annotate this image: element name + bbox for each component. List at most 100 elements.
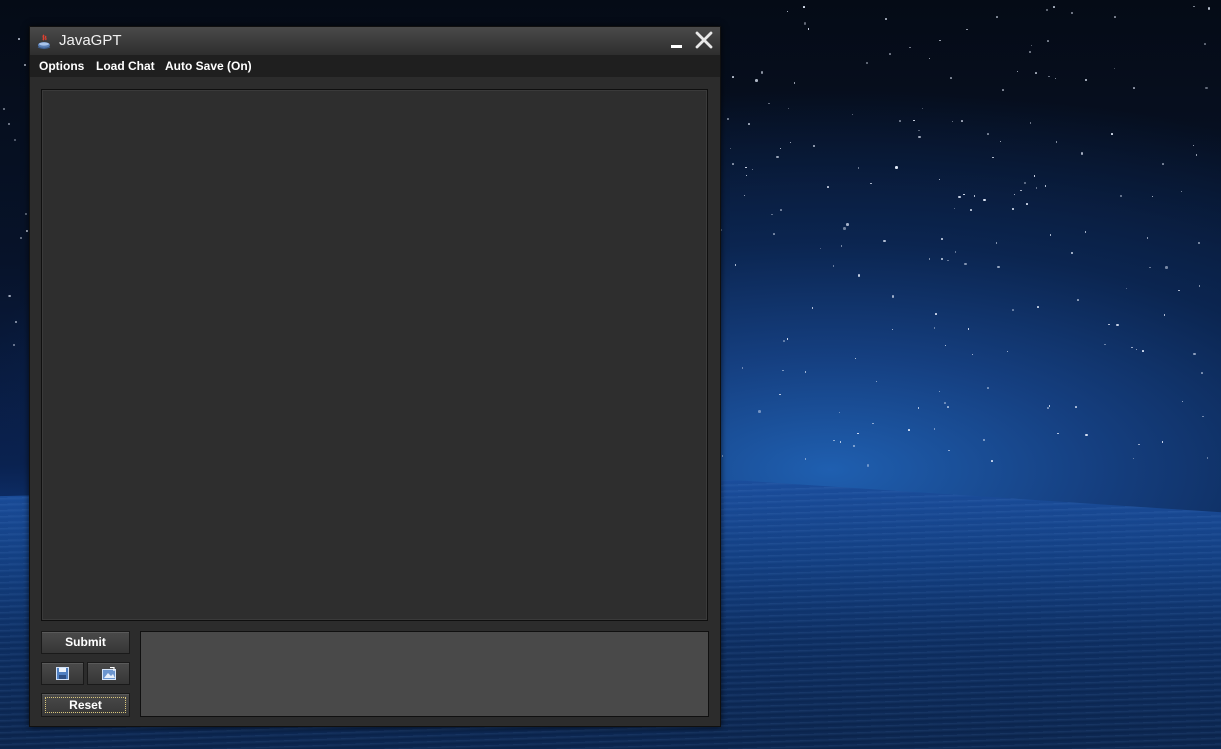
star — [783, 340, 785, 342]
star — [7, 123, 10, 126]
star — [23, 63, 26, 66]
menu-options[interactable]: Options — [39, 59, 84, 73]
star — [13, 138, 16, 141]
star — [811, 307, 814, 309]
submit-button[interactable]: Submit — [41, 631, 130, 654]
star — [1178, 289, 1180, 292]
star — [25, 213, 28, 216]
star — [1108, 323, 1110, 326]
star — [1085, 433, 1088, 437]
star — [1146, 237, 1149, 239]
star — [1207, 7, 1211, 10]
star — [995, 242, 998, 244]
star — [779, 393, 781, 396]
star — [779, 147, 782, 150]
star — [832, 265, 835, 267]
app-window: JavaGPT Options Load Chat Auto Save (On)… — [29, 26, 721, 727]
star — [15, 321, 18, 324]
image-import-button[interactable] — [87, 662, 130, 685]
star — [755, 79, 758, 82]
menu-load-chat[interactable]: Load Chat — [96, 59, 155, 73]
star — [908, 429, 910, 431]
star — [918, 129, 920, 132]
star — [827, 186, 829, 188]
star — [991, 460, 993, 462]
star — [964, 262, 967, 266]
star — [940, 257, 944, 261]
prompt-input[interactable] — [140, 631, 709, 717]
star — [987, 133, 989, 135]
star — [745, 166, 747, 169]
star — [758, 410, 761, 413]
star — [846, 223, 849, 226]
star — [780, 209, 782, 211]
star — [18, 37, 21, 40]
star — [1151, 195, 1154, 198]
star — [1165, 266, 1168, 269]
reset-button[interactable]: Reset — [41, 693, 130, 717]
star — [1011, 207, 1015, 211]
star — [997, 265, 1000, 269]
star — [1193, 5, 1195, 8]
save-button[interactable] — [41, 662, 84, 685]
minimize-button[interactable] — [670, 31, 684, 51]
star — [734, 264, 737, 266]
star — [1084, 231, 1087, 233]
star — [1161, 441, 1164, 443]
star — [996, 16, 998, 18]
star — [1138, 443, 1140, 446]
star — [1202, 415, 1204, 418]
star — [944, 402, 946, 404]
star — [771, 213, 773, 216]
star — [909, 46, 911, 49]
star — [851, 113, 853, 116]
star — [1180, 190, 1183, 193]
star — [866, 464, 870, 467]
star — [1048, 405, 1051, 407]
star — [1135, 348, 1138, 351]
star — [1113, 67, 1116, 70]
star — [1048, 75, 1050, 78]
focus-ring — [45, 697, 126, 713]
star — [928, 258, 931, 260]
star — [857, 167, 859, 169]
star — [947, 406, 949, 408]
star — [933, 327, 936, 329]
close-icon[interactable] — [693, 29, 715, 51]
star — [20, 236, 23, 239]
star — [1111, 133, 1113, 135]
star — [1075, 406, 1077, 408]
star — [1125, 287, 1128, 290]
title-bar[interactable]: JavaGPT — [30, 27, 720, 55]
star — [1116, 323, 1119, 327]
star — [935, 313, 937, 315]
star — [1035, 72, 1037, 74]
star — [921, 107, 924, 110]
menu-auto-save[interactable]: Auto Save (On) — [165, 59, 252, 73]
star — [1047, 40, 1049, 42]
star — [971, 353, 974, 356]
star — [839, 441, 842, 443]
star — [803, 22, 807, 25]
star — [875, 380, 878, 383]
star — [992, 156, 994, 159]
star — [743, 194, 746, 197]
star — [999, 140, 1002, 143]
star — [883, 239, 886, 243]
star — [1204, 43, 1206, 45]
star — [1057, 432, 1059, 434]
star — [1006, 350, 1009, 353]
star — [768, 102, 770, 105]
star — [1181, 400, 1184, 403]
star — [807, 28, 810, 30]
star — [1044, 185, 1047, 187]
star — [891, 295, 895, 298]
star — [1132, 457, 1135, 460]
star — [944, 344, 947, 347]
star — [819, 247, 822, 250]
star — [1053, 6, 1055, 8]
star — [865, 61, 869, 65]
chat-display-area[interactable] — [41, 89, 708, 621]
desktop-background: JavaGPT Options Load Chat Auto Save (On)… — [0, 0, 1221, 749]
star — [776, 155, 779, 159]
